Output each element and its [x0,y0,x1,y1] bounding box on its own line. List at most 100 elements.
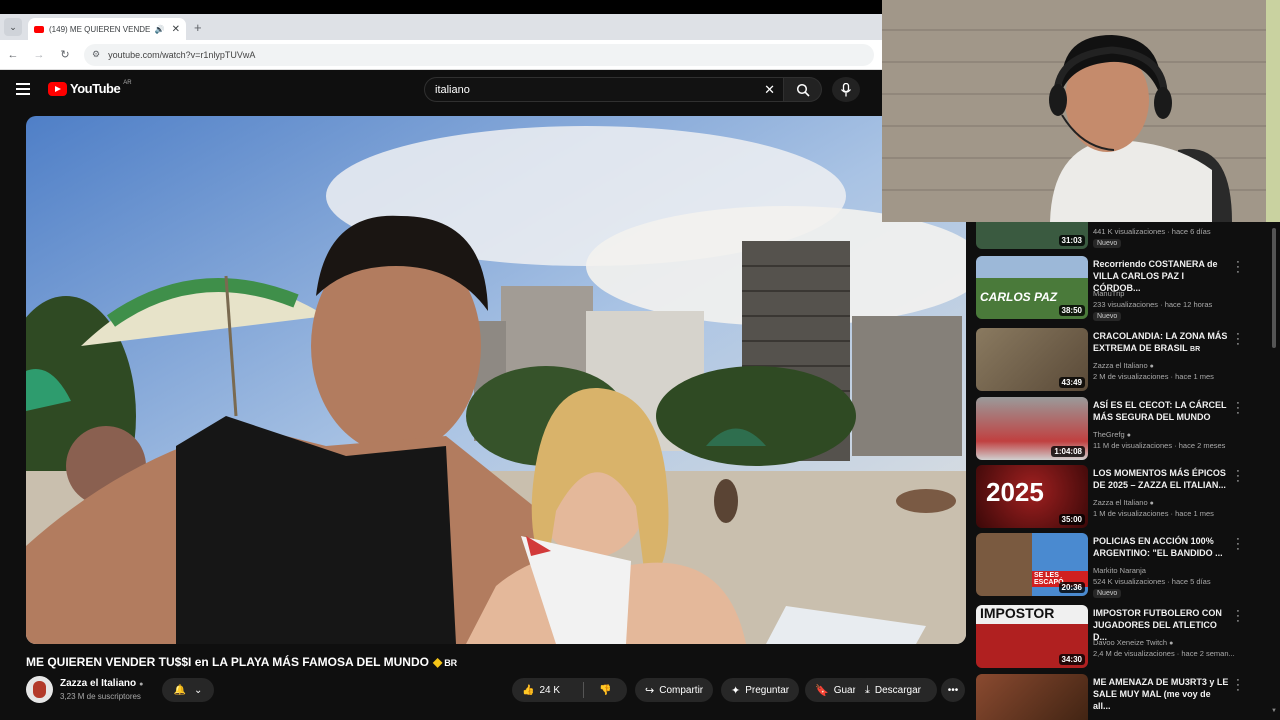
video-frame [26,116,966,644]
browser-tab[interactable]: (149) ME QUIEREN VENDER 🔊 ✕ [28,18,186,40]
search-icon [796,83,810,97]
video-title[interactable]: ME AMENAZA DE MU3RT3 y LE SALE MUY MAL (… [1093,676,1229,712]
forward-arrow-icon[interactable]: → [32,49,46,61]
search-button[interactable] [784,77,822,102]
video-player[interactable] [26,116,966,644]
dislike-button[interactable]: 👎 [584,685,627,696]
video-thumbnail[interactable]: 43:49 [976,328,1088,391]
scroll-down-arrow-icon[interactable]: ▼ [1271,708,1277,714]
bell-icon: 🔔 [173,684,187,696]
duration-badge: 43:49 [1058,377,1085,388]
search-input[interactable]: italiano ✕ [424,77,784,102]
recommendation-item[interactable]: 2025 35:00 LOS MOMENTOS MÁS ÉPICOS DE 20… [975,465,1267,529]
more-actions-button[interactable]: ••• [941,678,965,702]
recommendations-sidebar: 31:03 441 K visualizaciones · hace 6 día… [975,222,1267,720]
verified-icon: ● [1126,432,1131,439]
thumbnail-text: 2025 [986,477,1044,507]
duration-badge: 1:04:08 [1051,446,1085,457]
back-arrow-icon[interactable]: ← [6,49,20,61]
youtube-header: YouTube AR italiano ✕ [0,70,975,110]
verified-icon: ● [1149,500,1154,507]
video-thumbnail[interactable]: 31:03 [976,222,1088,249]
video-thumbnail[interactable] [976,674,1088,720]
recommendation-item[interactable]: ME AMENAZA DE MU3RT3 y LE SALE MUY MAL (… [975,674,1267,720]
channel-name[interactable]: Zazza el Italiano ● [1093,498,1233,507]
channel-name[interactable]: Davoo Xeneize Twitch ● [1093,638,1233,647]
more-vertical-icon[interactable]: · · · [1233,675,1243,696]
more-vertical-icon[interactable]: · · · [1233,466,1243,487]
channel-name[interactable]: Zazza el Italiano ● [1093,361,1233,370]
recommendation-item[interactable]: 43:49 CRACOLANDIA: LA ZONA MÁS EXTREMA D… [975,328,1267,392]
verified-icon: ● [1169,640,1174,647]
sidebar-scrollbar[interactable]: ▼ [1271,222,1277,720]
share-label: Compartir [659,684,704,696]
video-title-suffix: BR [444,658,458,668]
channel-name[interactable]: Zazza el Italiano ● [60,678,143,689]
video-thumbnail[interactable]: CARLOS PAZ 38:50 [976,256,1088,319]
scrollbar-thumb[interactable] [1272,228,1276,348]
more-vertical-icon[interactable]: · · · [1233,329,1243,350]
like-button[interactable]: 👍 24 K [512,682,584,698]
video-thumbnail[interactable]: IMPOSTOR 34:30 [976,605,1088,668]
video-title[interactable]: CRACOLANDIA: LA ZONA MÁS EXTREMA DE BRAS… [1093,330,1229,356]
url-field[interactable]: ⚙ youtube.com/watch?v=r1nlypTUVwA [84,43,874,66]
chevron-down-icon: ⌄ [194,684,203,696]
tab-search-button[interactable]: ⌄ [4,18,22,36]
close-icon[interactable]: ✕ [172,24,180,35]
subscriber-count: 3,23 M de suscriptores [60,692,141,701]
ask-button[interactable]: ✦ Preguntar [721,678,800,702]
channel-avatar[interactable] [26,676,53,703]
video-title[interactable]: POLICIAS EN ACCIÓN 100% ARGENTINO: "EL B… [1093,535,1229,559]
youtube-play-icon [48,81,67,96]
speaker-icon[interactable]: 🔊 [155,25,165,34]
more-vertical-icon[interactable]: · · · [1233,606,1243,627]
window-top-strip [0,0,882,14]
microphone-icon [840,82,852,96]
screen: ⌄ (149) ME QUIEREN VENDER 🔊 ✕ + ← → ↻ ⚙ … [0,0,1280,720]
channel-name[interactable]: ManuTrip [1093,289,1233,298]
new-tab-button[interactable]: + [194,20,202,35]
more-vertical-icon[interactable]: · · · [1233,257,1243,278]
video-title[interactable]: LOS MOMENTOS MÁS ÉPICOS DE 2025 – ZAZZA … [1093,467,1229,491]
thumbs-up-icon: 👍 [522,684,535,696]
recommendation-item[interactable]: CARLOS PAZ 38:50 Recorriendo COSTANERA d… [975,256,1267,321]
clear-icon[interactable]: ✕ [764,82,775,98]
channel-name[interactable]: TheGrefg ● [1093,430,1233,439]
video-thumbnail[interactable]: 2025 35:00 [976,465,1088,528]
new-badge: Nuevo [1093,312,1122,321]
video-title: ME QUIEREN VENDER TU$$I en LA PLAYA MÁS … [26,655,457,669]
video-title-text: CRACOLANDIA: LA ZONA MÁS EXTREMA DE BRAS… [1093,331,1228,353]
video-meta: 524 K visualizaciones · hace 5 días [1093,577,1211,586]
more-vertical-icon[interactable]: · · · [1233,398,1243,419]
site-info-icon[interactable]: ⚙ [92,49,100,60]
flag-icon: ◆ [432,655,443,669]
video-meta: 1 M de visualizaciones · hace 1 mes [1093,509,1214,518]
reload-icon[interactable]: ↻ [58,48,72,61]
youtube-logo[interactable]: YouTube AR [48,80,132,96]
recommendation-item[interactable]: IMPOSTOR 34:30 IMPOSTOR FUTBOLERO CON JU… [975,605,1267,669]
video-meta: 441 K visualizaciones · hace 6 días [1093,227,1211,236]
recommendation-item[interactable]: 1:04:08 ASÍ ES EL CECOT: LA CÁRCEL MÁS S… [975,397,1267,461]
download-button[interactable]: ⤓ Descargar [855,678,937,702]
verified-icon: ● [139,681,144,688]
video-meta: 2 M de visualizaciones · hace 1 mes [1093,372,1214,381]
recommendation-item[interactable]: 31:03 441 K visualizaciones · hace 6 día… [975,222,1267,250]
voice-search-button[interactable] [832,77,860,102]
video-title[interactable]: ASÍ ES EL CECOT: LA CÁRCEL MÁS SEGURA DE… [1093,399,1229,423]
video-meta: 11 M de visualizaciones · hace 2 meses [1093,441,1226,450]
video-thumbnail[interactable]: 1:04:08 [976,397,1088,460]
ask-label: Preguntar [745,684,790,696]
channel-name[interactable]: Markito Naranja [1093,566,1233,575]
channel-name-text: Zazza el Italiano [60,678,137,689]
url-text: youtube.com/watch?v=r1nlypTUVwA [108,49,256,60]
video-meta: 233 visualizaciones · hace 12 horas [1093,300,1213,309]
more-horizontal-icon: ••• [947,684,959,696]
recommendation-item[interactable]: SE LES ESCAPÓ 20:36 POLICIAS EN ACCIÓN 1… [975,533,1267,598]
channel-name-text: TheGrefg [1093,430,1125,439]
notifications-button[interactable]: 🔔 ⌄ [162,678,214,702]
share-button[interactable]: ↪ Compartir [635,678,714,702]
video-thumbnail[interactable]: SE LES ESCAPÓ 20:36 [976,533,1088,596]
hamburger-menu-icon[interactable] [16,83,30,95]
more-vertical-icon[interactable]: · · · [1233,534,1243,555]
new-badge: Nuevo [1093,239,1122,248]
